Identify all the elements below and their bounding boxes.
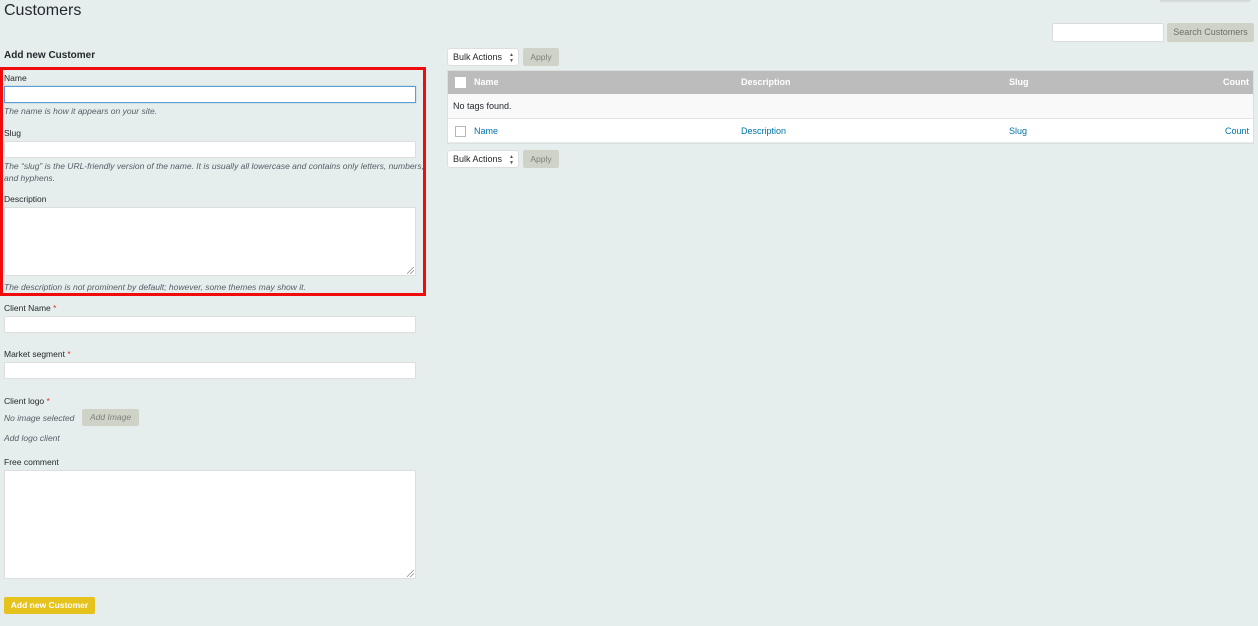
client-name-label-text: Client Name [4, 303, 51, 313]
client-logo-label-text: Client logo [4, 396, 45, 406]
column-footer-count[interactable]: Count [1225, 119, 1249, 143]
select-all-checkbox-footer[interactable] [455, 126, 466, 137]
bulk-actions-select-top[interactable]: Bulk Actions ▲ ▼ [447, 48, 519, 66]
free-comment-label: Free comment [4, 457, 59, 467]
market-segment-label-text: Market segment [4, 349, 65, 359]
screen-options-tab[interactable] [1160, 0, 1250, 1]
column-header-count[interactable]: Count [1223, 70, 1249, 94]
client-logo-status: No image selected [4, 413, 75, 423]
free-comment-textarea[interactable] [4, 470, 416, 579]
select-arrows-icon: ▲ ▼ [509, 52, 514, 64]
client-name-label: Client Name * [4, 303, 56, 313]
slug-hint: The “slug” is the URL-friendly version o… [4, 161, 424, 183]
description-hint: The description is not prominent by defa… [4, 282, 306, 292]
description-label: Description [4, 194, 47, 204]
page-title: Customers [4, 2, 82, 19]
required-marker: * [67, 349, 71, 359]
form-heading: Add new Customer [4, 50, 96, 61]
column-header-slug[interactable]: Slug [1009, 70, 1029, 94]
column-footer-description[interactable]: Description [741, 119, 786, 143]
column-footer-name[interactable]: Name [474, 119, 498, 143]
table-footer: Name Description Slug Count [447, 118, 1254, 142]
select-all-checkbox[interactable] [455, 77, 466, 88]
client-logo-hint: Add logo client [4, 433, 60, 443]
column-header-name[interactable]: Name [474, 70, 499, 94]
apply-button-bottom[interactable]: Apply [523, 150, 559, 168]
resize-handle-icon[interactable] [407, 267, 414, 274]
required-marker: * [46, 396, 50, 406]
slug-label: Slug [4, 128, 22, 138]
client-name-input[interactable] [4, 316, 416, 333]
client-logo-label: Client logo * [4, 396, 50, 406]
table-row-empty: No tags found. [447, 94, 1254, 118]
name-label: Name [4, 73, 27, 83]
description-textarea[interactable] [4, 207, 416, 276]
apply-button-top[interactable]: Apply [523, 48, 559, 66]
name-hint: The name is how it appears on your site. [4, 106, 158, 116]
search-input[interactable] [1052, 23, 1164, 42]
bulk-actions-selected: Bulk Actions [453, 52, 503, 62]
market-segment-input[interactable] [4, 362, 416, 379]
empty-message: No tags found. [453, 101, 512, 111]
search-customers-button[interactable]: Search Customers [1167, 23, 1254, 42]
resize-handle-icon[interactable] [407, 570, 414, 577]
select-arrows-icon: ▲ ▼ [509, 154, 514, 166]
add-new-customer-button[interactable]: Add new Customer [4, 597, 95, 614]
column-footer-slug[interactable]: Slug [1009, 119, 1027, 143]
table-header: Name Description Slug Count [447, 70, 1254, 94]
bulk-actions-select-bottom[interactable]: Bulk Actions ▲ ▼ [447, 150, 519, 168]
add-image-button[interactable]: Add Image [82, 409, 139, 426]
bulk-actions-selected: Bulk Actions [453, 154, 503, 164]
customers-table: Name Description Slug Count No tags foun… [447, 70, 1254, 142]
column-header-description[interactable]: Description [741, 70, 791, 94]
name-input[interactable] [4, 86, 416, 103]
slug-input[interactable] [4, 141, 416, 158]
required-marker: * [53, 303, 57, 313]
market-segment-label: Market segment * [4, 349, 71, 359]
